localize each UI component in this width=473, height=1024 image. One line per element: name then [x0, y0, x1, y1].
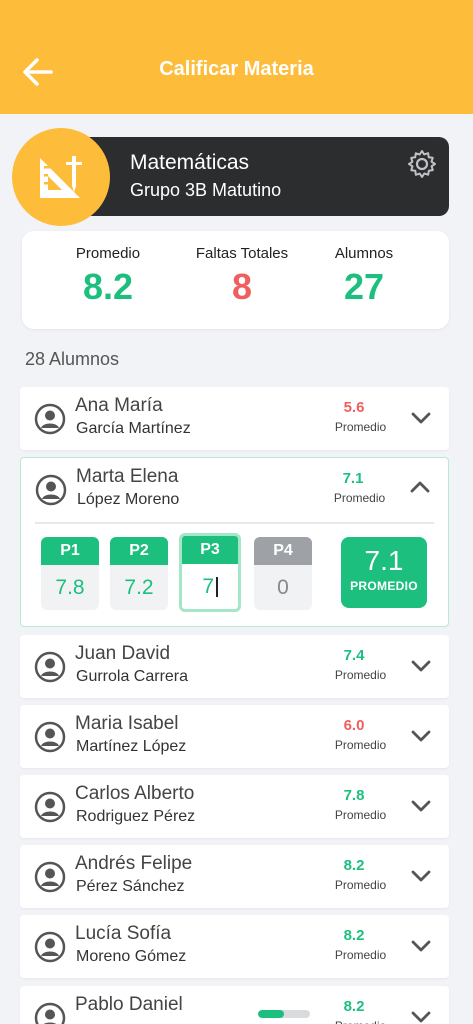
student-grade-label: Promedio: [334, 668, 387, 682]
student-first-name: Lucía Sofía: [75, 923, 172, 944]
student-row[interactable]: Pablo Daniel 8.2 Promedio: [20, 986, 449, 1024]
ruler-triangle-icon: [40, 156, 82, 198]
student-row-expanded[interactable]: Marta Elena López Moreno 7.1 Promedio P1…: [20, 457, 449, 627]
student-first-name: Maria Isabel: [75, 713, 179, 734]
students-count: 28 Alumnos: [25, 349, 120, 369]
text-caret: [216, 576, 218, 597]
student-grade: 7.8: [343, 787, 365, 804]
app-bar: Calificar Materia: [0, 0, 473, 114]
period-p2[interactable]: P2 7.2: [110, 537, 168, 610]
student-row[interactable]: Maria Isabel Martínez López 6.0 Promedio: [20, 705, 449, 768]
student-last-name: López Moreno: [77, 491, 180, 508]
student-grade: 6.0: [343, 717, 365, 734]
chevron-down-icon[interactable]: [409, 934, 433, 958]
student-row[interactable]: Lucía Sofía Moreno Gómez 8.2 Promedio: [20, 915, 449, 978]
progress-bar: [258, 1010, 310, 1018]
student-row[interactable]: Carlos Alberto Rodriguez Pérez 7.8 Prome…: [20, 775, 449, 838]
user-icon: [34, 1002, 66, 1024]
student-grade-label: Promedio: [334, 420, 387, 434]
student-last-name: Pérez Sánchez: [76, 878, 185, 895]
student-grade-label: Promedio: [333, 1019, 388, 1024]
student-last-name: Moreno Gómez: [76, 948, 187, 965]
chevron-down-icon[interactable]: [409, 794, 433, 818]
student-first-name: Ana María: [75, 395, 163, 416]
period-p4[interactable]: P4 0: [254, 537, 312, 610]
user-icon: [34, 861, 66, 893]
user-icon: [34, 651, 66, 683]
student-first-name: Pablo Daniel: [75, 994, 183, 1015]
chevron-down-icon[interactable]: [409, 1005, 433, 1024]
divider: [35, 522, 434, 524]
student-grade: 8.2: [343, 998, 365, 1015]
chevron-down-icon[interactable]: [409, 406, 433, 430]
user-icon: [34, 931, 66, 963]
subject-name: Matemáticas: [130, 151, 250, 174]
student-first-name: Marta Elena: [76, 466, 179, 487]
subject-group: Grupo 3B Matutino: [130, 180, 282, 200]
student-grade-label: Promedio: [334, 948, 387, 962]
period-p1[interactable]: P1 7.8: [41, 537, 99, 610]
student-grade: 7.4: [343, 647, 365, 664]
user-icon: [35, 474, 67, 506]
stat-absences: Faltas Totales 8: [195, 245, 289, 307]
student-grade: 8.2: [343, 927, 365, 944]
user-icon: [34, 791, 66, 823]
student-grade: 8.2: [343, 857, 365, 874]
student-row[interactable]: Ana María García Martínez 5.6 Promedio: [20, 387, 449, 450]
subject-icon: [12, 128, 110, 226]
gear-icon: [408, 150, 436, 178]
student-first-name: Carlos Alberto: [75, 783, 195, 804]
student-last-name: Gurrola Carrera: [76, 668, 189, 685]
student-grade-label: Promedio: [334, 878, 387, 892]
student-last-name: Rodriguez Pérez: [76, 808, 196, 825]
user-icon: [34, 721, 66, 753]
user-icon: [34, 403, 66, 435]
chevron-down-icon[interactable]: [409, 654, 433, 678]
student-first-name: Andrés Felipe: [75, 853, 193, 874]
settings-button[interactable]: [405, 147, 439, 181]
stats-card: Promedio 8.2 Faltas Totales 8 Alumnos 27: [22, 231, 449, 329]
student-grade-label: Promedio: [334, 808, 387, 822]
average-box: 7.1 PROMEDIO: [341, 537, 427, 608]
student-grade: 5.6: [343, 399, 365, 416]
student-row[interactable]: Andrés Felipe Pérez Sánchez 8.2 Promedio: [20, 845, 449, 908]
student-grade-label: Promedio: [333, 491, 386, 505]
chevron-down-icon[interactable]: [409, 724, 433, 748]
student-row[interactable]: Juan David Gurrola Carrera 7.4 Promedio: [20, 635, 449, 698]
chevron-up-icon[interactable]: [408, 475, 432, 499]
period-p3-input[interactable]: P3 7: [179, 533, 241, 612]
stat-students: Alumnos 27: [334, 245, 394, 307]
student-grade-label: Promedio: [334, 738, 387, 752]
chevron-down-icon[interactable]: [409, 864, 433, 888]
student-first-name: Juan David: [75, 643, 171, 664]
stat-average: Promedio 8.2: [75, 245, 141, 307]
page-title: Calificar Materia: [159, 58, 314, 80]
student-last-name: García Martínez: [76, 420, 191, 437]
student-last-name: Martínez López: [76, 738, 187, 755]
student-grade: 7.1: [342, 470, 364, 487]
progress-fill: [258, 1010, 284, 1018]
